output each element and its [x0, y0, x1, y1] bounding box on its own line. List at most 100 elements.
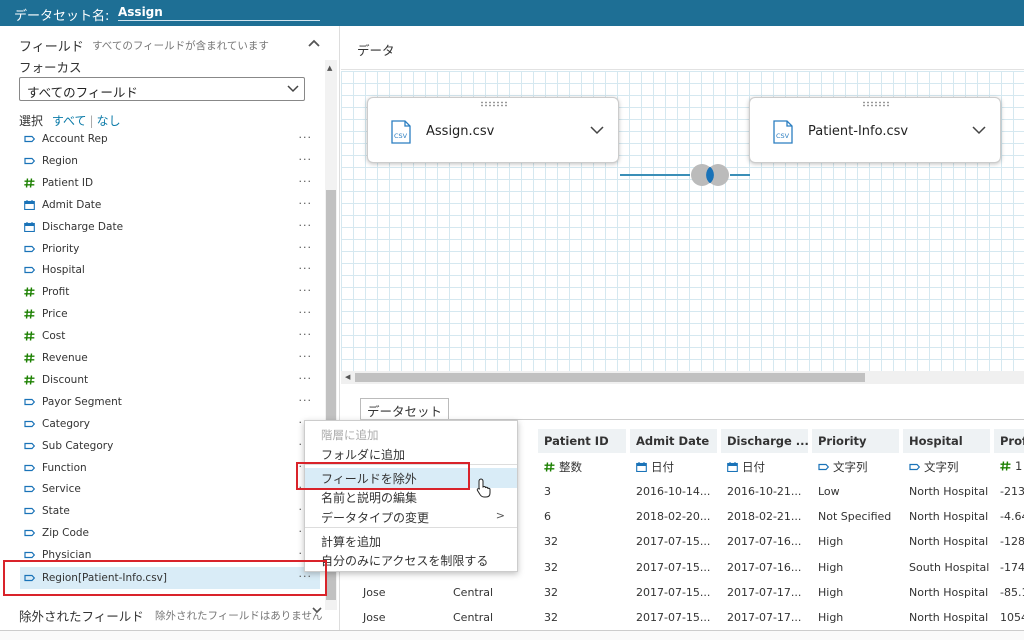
table-cell: North Hospital [909, 510, 989, 524]
scroll-up-icon[interactable]: ▲ [327, 64, 332, 72]
field-item[interactable]: Sub Category··· [20, 435, 320, 457]
hash-number-icon [24, 287, 35, 297]
collapse-up-icon[interactable] [308, 36, 320, 50]
field-item[interactable]: Discharge Date ··· [20, 216, 320, 238]
field-item[interactable]: Account Rep ··· [20, 128, 320, 150]
field-item[interactable]: Revenue ··· [20, 347, 320, 369]
field-item[interactable]: Function··· [20, 457, 320, 479]
select-all-link[interactable]: すべて [52, 114, 87, 128]
dataset-name-input[interactable]: Assign [118, 5, 320, 21]
dataset-node-patient-info[interactable]: CSV Patient-Info.csv [749, 97, 1001, 163]
field-item[interactable]: Admit Date ··· [20, 194, 320, 216]
table-cell: Low [818, 485, 840, 498]
column-type[interactable]: 日付 [630, 455, 680, 477]
field-item[interactable]: Region ··· [20, 150, 320, 172]
calendar-icon [24, 199, 35, 210]
table-cell: 32 [544, 585, 558, 599]
more-options-icon[interactable]: ··· [299, 306, 313, 319]
field-item[interactable]: Price ··· [20, 303, 320, 325]
text-tag-icon [24, 441, 36, 451]
menu-item-label: 自分のみにアクセスを制限する [321, 554, 489, 568]
table-cell: 2017-07-17... [727, 585, 802, 599]
dataset-node-name: Patient-Info.csv [808, 124, 909, 139]
more-options-icon[interactable]: ··· [299, 131, 313, 144]
join-venn-icon[interactable] [687, 163, 733, 187]
column-header[interactable]: Prof [994, 429, 1024, 453]
field-item[interactable]: Discount ··· [20, 369, 320, 391]
column-type[interactable]: 整数 [538, 455, 588, 477]
field-item[interactable]: State··· [20, 500, 320, 522]
csv-badge: CSV [394, 132, 408, 140]
drag-handle-icon[interactable] [480, 101, 508, 107]
table-cell: 1054 [1000, 611, 1024, 624]
column-header[interactable]: Hospital [903, 429, 992, 453]
hand-cursor-icon [476, 478, 491, 498]
context-menu-item[interactable]: フォルダに追加 [305, 444, 517, 464]
field-item[interactable]: Hospital ··· [20, 259, 320, 281]
table-cell: 6 [544, 510, 551, 524]
column-type[interactable]: 文字列 [812, 455, 874, 477]
select-none-link[interactable]: なし [97, 114, 121, 128]
field-item[interactable]: Service··· [20, 478, 320, 500]
field-name: Price [42, 308, 68, 321]
column-header[interactable]: Priority [812, 429, 901, 453]
scrollbar-thumb[interactable] [355, 373, 865, 382]
column-type[interactable]: 文字列 [903, 455, 965, 477]
join-connector [730, 174, 750, 176]
table-cell: 2016-10-21... [727, 485, 802, 498]
more-options-icon[interactable]: ··· [299, 197, 313, 210]
hash-number-icon [1000, 460, 1011, 471]
table-cell: North Hospital [909, 585, 989, 599]
data-title: データ [357, 43, 395, 58]
column-header[interactable]: Patient ID [538, 429, 628, 453]
field-item[interactable]: Patient ID ··· [20, 172, 320, 194]
fields-title: フィールド [19, 40, 84, 55]
focus-select[interactable]: すべてのフィールド [19, 77, 305, 101]
field-item[interactable]: Category··· [20, 413, 320, 435]
column-type[interactable]: 日付 [721, 455, 771, 477]
column-header[interactable]: Admit Date [630, 429, 719, 453]
context-menu-item[interactable]: データタイプの変更 > [305, 507, 517, 527]
column-type[interactable]: 1 [994, 455, 1024, 477]
field-item[interactable]: Priority ··· [20, 238, 320, 260]
more-options-icon[interactable]: ··· [299, 153, 313, 166]
more-options-icon[interactable]: ··· [299, 219, 313, 232]
tab-dataset[interactable]: データセット [360, 398, 450, 419]
field-item[interactable]: Profit ··· [20, 281, 320, 303]
hash-number-icon [24, 178, 35, 188]
column-header[interactable]: Discharge ... [721, 429, 810, 453]
more-options-icon[interactable]: ··· [299, 284, 313, 297]
chevron-down-icon[interactable] [590, 124, 604, 136]
field-item[interactable]: Cost ··· [20, 325, 320, 347]
table-cell: High [818, 611, 844, 624]
field-name: Category [42, 417, 90, 430]
field-name: Profit [42, 286, 70, 299]
column-type-label: 文字列 [833, 460, 868, 474]
text-tag-icon [24, 506, 36, 516]
more-options-icon[interactable]: ··· [299, 394, 313, 407]
drag-handle-icon[interactable] [862, 101, 890, 107]
field-item[interactable]: Zip Code··· [20, 522, 320, 544]
dataset-node-assign[interactable]: CSV Assign.csv [367, 97, 619, 163]
context-menu-item[interactable]: 計算を追加 [305, 531, 517, 551]
canvas-horizontal-scrollbar[interactable]: ◀ [341, 371, 1024, 384]
field-item[interactable]: Payor Segment ··· [20, 391, 320, 413]
chevron-down-icon[interactable] [312, 606, 322, 617]
column-type-label: 日付 [742, 460, 765, 474]
more-options-icon[interactable]: ··· [299, 328, 313, 341]
table-cell: 32 [544, 535, 558, 549]
context-menu-item[interactable]: 自分のみにアクセスを制限する [305, 550, 517, 570]
more-options-icon[interactable]: ··· [299, 241, 313, 254]
more-options-icon[interactable]: ··· [299, 372, 313, 385]
more-options-icon[interactable]: ··· [299, 175, 313, 188]
field-name: Hospital [42, 264, 85, 277]
field-name: Region [42, 154, 78, 167]
dataset-node-name: Assign.csv [426, 124, 495, 139]
chevron-down-icon[interactable] [972, 124, 986, 136]
select-label: 選択 [19, 114, 44, 128]
join-canvas[interactable]: CSV Assign.csv CSV Patient-Info.csv [341, 71, 1024, 371]
scroll-left-icon[interactable]: ◀ [345, 373, 350, 381]
more-options-icon[interactable]: ··· [299, 350, 313, 363]
more-options-icon[interactable]: ··· [299, 262, 313, 275]
text-tag-icon [24, 265, 36, 275]
